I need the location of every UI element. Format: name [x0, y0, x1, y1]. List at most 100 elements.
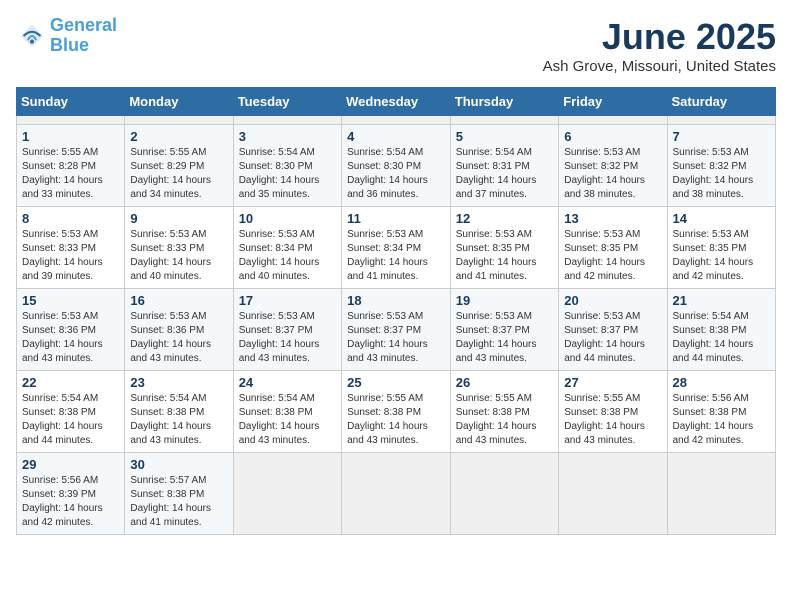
cell-content: Sunrise: 5:54 AMSunset: 8:31 PMDaylight:…	[456, 146, 553, 202]
calendar-cell: 14 Sunrise: 5:53 AMSunset: 8:35 PMDayligh…	[667, 207, 776, 289]
calendar-week-4: 15 Sunrise: 5:53 AMSunset: 8:36 PMDayligh…	[17, 289, 776, 371]
cell-content: Sunrise: 5:53 AMSunset: 8:34 PMDaylight:…	[347, 228, 445, 284]
calendar-week-6: 29Sunrise: 5:56 AMSunset: 8:39 PMDayligh…	[17, 453, 776, 535]
calendar-cell: 5Sunrise: 5:54 AMSunset: 8:31 PMDaylight…	[450, 125, 558, 207]
calendar-week-2: 1Sunrise: 5:55 AMSunset: 8:28 PMDaylight…	[17, 125, 776, 207]
logo-general: General	[50, 15, 117, 35]
calendar-table: SundayMondayTuesdayWednesdayThursdayFrid…	[16, 87, 776, 535]
day-number: 7	[673, 129, 771, 144]
day-number: 11	[347, 211, 445, 226]
calendar-week-5: 22 Sunrise: 5:54 AMSunset: 8:38 PMDayligh…	[17, 371, 776, 453]
calendar-cell: 8Sunrise: 5:53 AMSunset: 8:33 PMDaylight…	[17, 207, 125, 289]
calendar-cell: 20 Sunrise: 5:53 AMSunset: 8:37 PMDayligh…	[559, 289, 667, 371]
cell-content: Sunrise: 5:54 AMSunset: 8:38 PMDaylight:…	[22, 392, 119, 448]
cell-content: Sunrise: 5:53 AMSunset: 8:37 PMDaylight:…	[239, 310, 336, 366]
day-number: 26	[456, 375, 553, 390]
calendar-cell: 18 Sunrise: 5:53 AMSunset: 8:37 PMDayligh…	[342, 289, 451, 371]
location-title: Ash Grove, Missouri, United States	[543, 58, 776, 75]
title-block: June 2025 Ash Grove, Missouri, United St…	[543, 16, 776, 75]
calendar-cell: 29Sunrise: 5:56 AMSunset: 8:39 PMDayligh…	[17, 453, 125, 535]
day-number: 2	[130, 129, 227, 144]
cell-content: Sunrise: 5:53 AMSunset: 8:35 PMDaylight:…	[673, 228, 771, 284]
day-number: 3	[239, 129, 336, 144]
calendar-cell: 6 Sunrise: 5:53 AMSunset: 8:32 PMDaylight…	[559, 125, 667, 207]
cell-content: Sunrise: 5:54 AMSunset: 8:38 PMDaylight:…	[130, 392, 227, 448]
cell-content: Sunrise: 5:55 AMSunset: 8:38 PMDaylight:…	[456, 392, 553, 448]
day-number: 25	[347, 375, 445, 390]
day-number: 17	[239, 293, 336, 308]
day-number: 20	[564, 293, 661, 308]
calendar-cell	[17, 116, 125, 125]
calendar-cell: 7 Sunrise: 5:53 AMSunset: 8:32 PMDaylight…	[667, 125, 776, 207]
cell-content: Sunrise: 5:54 AMSunset: 8:38 PMDaylight:…	[239, 392, 336, 448]
day-number: 6	[564, 129, 661, 144]
day-number: 19	[456, 293, 553, 308]
col-header-tuesday: Tuesday	[233, 88, 341, 116]
calendar-cell: 11 Sunrise: 5:53 AMSunset: 8:34 PMDayligh…	[342, 207, 451, 289]
calendar-cell: 15Sunrise: 5:53 AMSunset: 8:36 PMDayligh…	[17, 289, 125, 371]
calendar-cell: 26 Sunrise: 5:55 AMSunset: 8:38 PMDayligh…	[450, 371, 558, 453]
col-header-wednesday: Wednesday	[342, 88, 451, 116]
cell-content: Sunrise: 5:53 AMSunset: 8:33 PMDaylight:…	[130, 228, 227, 284]
day-number: 1	[22, 129, 119, 144]
cell-content: Sunrise: 5:55 AMSunset: 8:38 PMDaylight:…	[347, 392, 445, 448]
cell-content: Sunrise: 5:53 AMSunset: 8:37 PMDaylight:…	[564, 310, 661, 366]
cell-content: Sunrise: 5:53 AMSunset: 8:35 PMDaylight:…	[456, 228, 553, 284]
cell-content: Sunrise: 5:53 AMSunset: 8:35 PMDaylight:…	[564, 228, 661, 284]
calendar-cell: 2 Sunrise: 5:55 AMSunset: 8:29 PMDaylight…	[125, 125, 233, 207]
cell-content: Sunrise: 5:54 AMSunset: 8:30 PMDaylight:…	[347, 146, 445, 202]
day-number: 15	[22, 293, 119, 308]
calendar-week-1	[17, 116, 776, 125]
day-number: 10	[239, 211, 336, 226]
cell-content: Sunrise: 5:53 AMSunset: 8:36 PMDaylight:…	[130, 310, 227, 366]
cell-content: Sunrise: 5:56 AMSunset: 8:38 PMDaylight:…	[673, 392, 771, 448]
col-header-thursday: Thursday	[450, 88, 558, 116]
calendar-cell: 4Sunrise: 5:54 AMSunset: 8:30 PMDaylight…	[342, 125, 451, 207]
calendar-cell: 27Sunrise: 5:55 AMSunset: 8:38 PMDayligh…	[559, 371, 667, 453]
day-number: 18	[347, 293, 445, 308]
calendar-week-3: 8 Sunrise: 5:53 AMSunset: 8:33 PMDaylight…	[17, 207, 776, 289]
col-header-sunday: Sunday	[17, 88, 125, 116]
calendar-cell	[342, 453, 451, 535]
calendar-cell	[559, 116, 667, 125]
day-number: 23	[130, 375, 227, 390]
calendar-cell	[450, 116, 558, 125]
calendar-cell: 16Sunrise: 5:53 AMSunset: 8:36 PMDayligh…	[125, 289, 233, 371]
calendar-cell: 3 Sunrise: 5:54 AMSunset: 8:30 PMDaylight…	[233, 125, 341, 207]
calendar-header-row: SundayMondayTuesdayWednesdayThursdayFrid…	[17, 88, 776, 116]
calendar-cell	[233, 116, 341, 125]
day-number: 14	[673, 211, 771, 226]
cell-content: Sunrise: 5:55 AMSunset: 8:29 PMDaylight:…	[130, 146, 227, 202]
col-header-saturday: Saturday	[667, 88, 776, 116]
day-number: 9	[130, 211, 227, 226]
month-title: June 2025	[543, 16, 776, 58]
cell-content: Sunrise: 5:53 AMSunset: 8:37 PMDaylight:…	[347, 310, 445, 366]
cell-content: Sunrise: 5:55 AMSunset: 8:38 PMDaylight:…	[564, 392, 661, 448]
calendar-cell: 12 Sunrise: 5:53 AMSunset: 8:35 PMDayligh…	[450, 207, 558, 289]
calendar-cell: 9 Sunrise: 5:53 AMSunset: 8:33 PMDaylight…	[125, 207, 233, 289]
calendar-cell	[125, 116, 233, 125]
calendar-cell: 23 Sunrise: 5:54 AMSunset: 8:38 PMDayligh…	[125, 371, 233, 453]
calendar-cell: 19 Sunrise: 5:53 AMSunset: 8:37 PMDayligh…	[450, 289, 558, 371]
col-header-friday: Friday	[559, 88, 667, 116]
day-number: 8	[22, 211, 119, 226]
cell-content: Sunrise: 5:53 AMSunset: 8:34 PMDaylight:…	[239, 228, 336, 284]
cell-content: Sunrise: 5:53 AMSunset: 8:37 PMDaylight:…	[456, 310, 553, 366]
calendar-cell	[559, 453, 667, 535]
day-number: 22	[22, 375, 119, 390]
cell-content: Sunrise: 5:57 AMSunset: 8:38 PMDaylight:…	[130, 474, 227, 530]
day-number: 28	[673, 375, 771, 390]
calendar-cell: 10 Sunrise: 5:53 AMSunset: 8:34 PMDayligh…	[233, 207, 341, 289]
calendar-cell: 21 Sunrise: 5:54 AMSunset: 8:38 PMDayligh…	[667, 289, 776, 371]
logo: General Blue	[16, 16, 117, 56]
cell-content: Sunrise: 5:56 AMSunset: 8:39 PMDaylight:…	[22, 474, 119, 530]
cell-content: Sunrise: 5:53 AMSunset: 8:32 PMDaylight:…	[673, 146, 771, 202]
calendar-cell	[667, 116, 776, 125]
day-number: 21	[673, 293, 771, 308]
day-number: 12	[456, 211, 553, 226]
cell-content: Sunrise: 5:54 AMSunset: 8:30 PMDaylight:…	[239, 146, 336, 202]
cell-content: Sunrise: 5:54 AMSunset: 8:38 PMDaylight:…	[673, 310, 771, 366]
calendar-cell	[450, 453, 558, 535]
calendar-cell: 28 Sunrise: 5:56 AMSunset: 8:38 PMDayligh…	[667, 371, 776, 453]
cell-content: Sunrise: 5:53 AMSunset: 8:32 PMDaylight:…	[564, 146, 661, 202]
